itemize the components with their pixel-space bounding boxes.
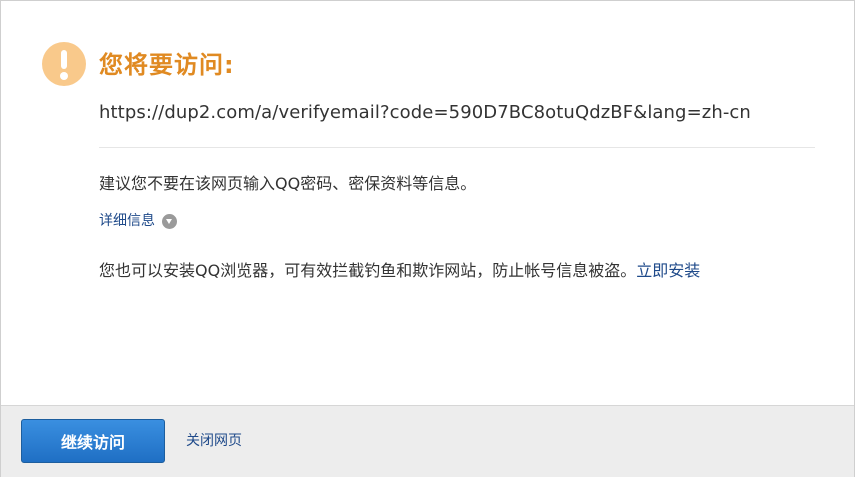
install-link[interactable]: 立即安装 (636, 261, 700, 280)
browser-promo: 您也可以安装QQ浏览器，可有效拦截钓鱼和欺诈网站，防止帐号信息被盗。立即安装 (99, 259, 700, 283)
continue-button[interactable]: 继续访问 (21, 419, 165, 463)
divider (99, 147, 815, 148)
details-label: 详细信息 (99, 213, 155, 229)
target-url: https://dup2.com/a/verifyemail?code=590D… (99, 102, 751, 123)
warning-title: 您将要访问: (99, 51, 235, 79)
chevron-down-icon (162, 213, 177, 229)
close-page-link[interactable]: 关闭网页 (186, 431, 242, 451)
exclamation-circle-icon (42, 42, 86, 86)
details-toggle[interactable]: 详细信息 (99, 210, 177, 232)
safety-warning-page: 您将要访问: https://dup2.com/a/verifyemail?co… (0, 0, 855, 477)
advice-text: 建议您不要在该网页输入QQ密码、密保资料等信息。 (99, 174, 477, 193)
footer-bar: 继续访问 关闭网页 (1, 405, 854, 477)
warning-content: 您将要访问: https://dup2.com/a/verifyemail?co… (1, 1, 854, 405)
promo-text: 您也可以安装QQ浏览器，可有效拦截钓鱼和欺诈网站，防止帐号信息被盗。 (99, 261, 637, 280)
